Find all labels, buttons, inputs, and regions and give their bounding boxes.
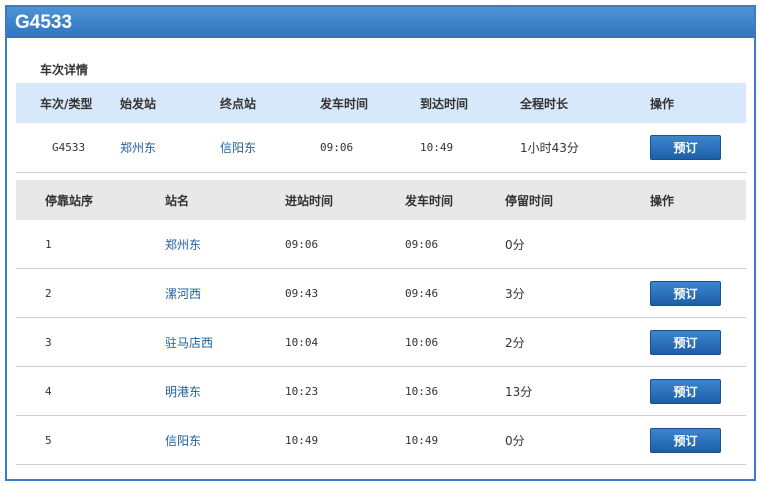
stop-station-link[interactable]: 驻马店西	[165, 318, 213, 366]
stop-stay-time: 0分	[505, 433, 525, 448]
book-button[interactable]: 预订	[650, 280, 721, 306]
header-stay-time: 停留时间	[505, 193, 554, 208]
stop-depart-time: 10:06	[405, 335, 439, 349]
origin-station-link[interactable]: 郑州东	[120, 123, 156, 172]
book-button[interactable]: 预订	[650, 135, 721, 160]
stop-row: 5 信阳东 10:49 10:49 0分 预订	[16, 416, 746, 465]
header-arrive-time: 到达时间	[420, 96, 469, 111]
book-cell: 预订	[650, 367, 721, 415]
header-origin: 始发站	[120, 96, 157, 111]
stop-arrive-time: 10:04	[285, 335, 319, 349]
train-detail-panel: G4533 车次详情 车次/类型 始发站 终点站 发车时间 到达时间 全程时长 …	[5, 5, 756, 481]
header-duration: 全程时长	[520, 96, 569, 111]
stop-seq: 5	[45, 433, 52, 447]
stop-row: 4 明港东 10:23 10:36 13分 预订	[16, 367, 746, 416]
stop-seq: 2	[45, 286, 52, 300]
book-button[interactable]: 预订	[650, 427, 721, 453]
stop-arrive-time: 09:06	[285, 237, 319, 251]
stops-table-header: 停靠站序 站名 进站时间 发车时间 停留时间 操作	[16, 180, 746, 220]
book-cell: 预订	[650, 318, 721, 366]
depart-time: 09:06	[320, 141, 354, 154]
book-cell: 预订	[650, 416, 721, 464]
arrive-time: 10:49	[420, 141, 454, 154]
book-button[interactable]: 预订	[650, 378, 721, 404]
header-stop-seq: 停靠站序	[45, 193, 94, 208]
stop-arrive-time: 09:43	[285, 286, 319, 300]
stop-row: 1 郑州东 09:06 09:06 0分	[16, 220, 746, 269]
stop-depart-time: 09:46	[405, 286, 439, 300]
destination-station-link[interactable]: 信阳东	[220, 123, 256, 172]
stop-stay-time: 3分	[505, 286, 525, 301]
stop-arrive-time: 10:23	[285, 384, 319, 398]
stop-seq: 4	[45, 384, 52, 398]
header-destination: 终点站	[220, 96, 257, 111]
stop-stay-time: 0分	[505, 237, 525, 252]
panel-title: G4533	[7, 7, 754, 38]
section-label: 车次详情	[40, 63, 89, 77]
stop-row: 3 驻马店西 10:04 10:06 2分 预订	[16, 318, 746, 367]
train-table-header: 车次/类型 始发站 终点站 发车时间 到达时间 全程时长 操作	[16, 83, 746, 123]
stop-stay-time: 2分	[505, 335, 525, 350]
header-action: 操作	[650, 96, 675, 111]
stop-stay-time: 13分	[505, 384, 533, 399]
header-station: 站名	[165, 193, 190, 208]
header-depart-time: 发车时间	[320, 96, 369, 111]
book-cell: 预订	[650, 269, 721, 317]
train-number: G4533	[52, 141, 86, 154]
book-button[interactable]: 预订	[650, 329, 721, 355]
train-row: G4533 郑州东 信阳东 09:06 10:49 1小时43分 预订	[16, 123, 746, 173]
stop-row: 2 漯河西 09:43 09:46 3分 预订	[16, 269, 746, 318]
stop-station-link[interactable]: 漯河西	[165, 269, 201, 317]
header-action: 操作	[650, 193, 675, 208]
stop-depart-time: 09:06	[405, 237, 439, 251]
stop-station-link[interactable]: 明港东	[165, 367, 201, 415]
header-train-type: 车次/类型	[40, 96, 93, 111]
stop-depart-time: 10:49	[405, 433, 439, 447]
stop-station-link[interactable]: 郑州东	[165, 220, 201, 268]
book-cell: 预订	[650, 123, 721, 172]
stop-depart-time: 10:36	[405, 384, 439, 398]
stop-seq: 1	[45, 237, 52, 251]
stop-seq: 3	[45, 335, 52, 349]
header-arrive-time: 进站时间	[285, 193, 334, 208]
stop-station-link[interactable]: 信阳东	[165, 416, 201, 464]
duration: 1小时43分	[520, 141, 579, 155]
header-depart-time: 发车时间	[405, 193, 454, 208]
stop-arrive-time: 10:49	[285, 433, 319, 447]
